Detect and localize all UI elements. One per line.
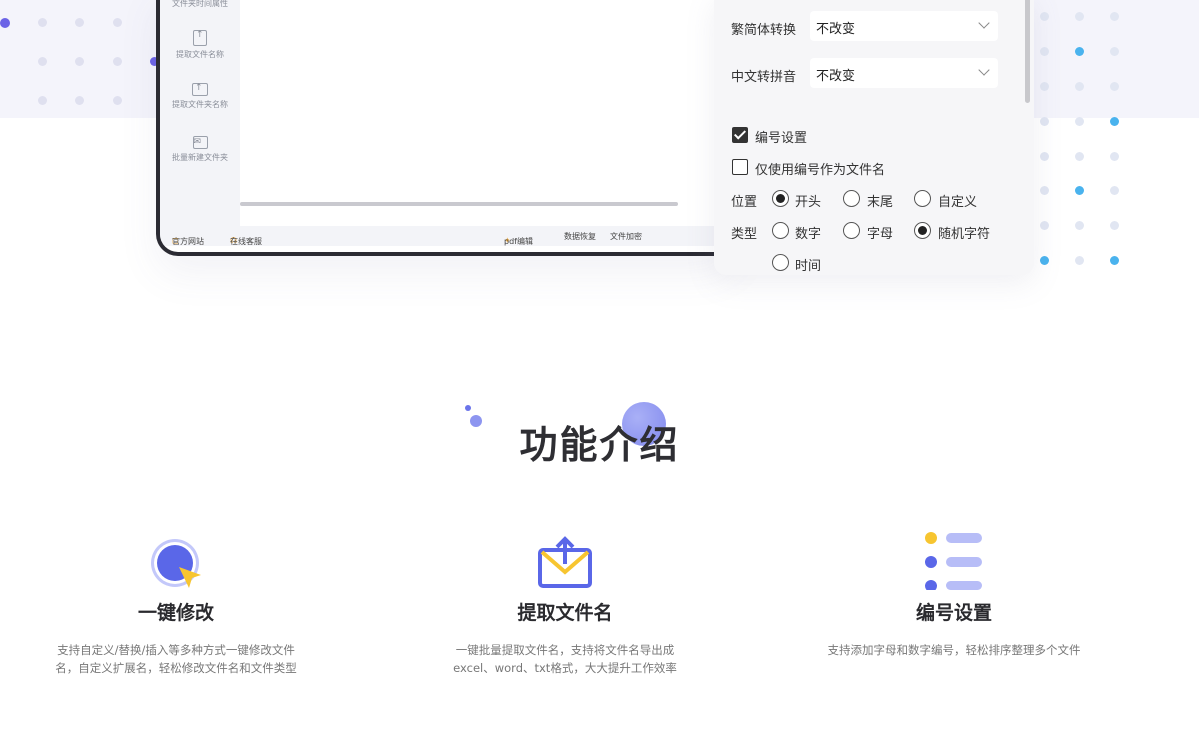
recovery-link[interactable]: 数据恢复: [564, 231, 596, 242]
numbering-settings-panel: 繁简体转换 不改变 中文转拼音 不改变 编号设置 仅使用编号作为文件名 位置 开…: [714, 0, 1034, 275]
feature-one-click: 一键修改 支持自定义/替换/插入等多种方式一键修改文件名，自定义扩展名，轻松修改…: [46, 530, 306, 677]
position-start-label: 开头: [795, 195, 822, 210]
sidebar-item-folder-time[interactable]: 文件夹时间属性: [160, 0, 240, 9]
type-letter-radio[interactable]: [843, 222, 860, 239]
numbered-list-icon: [924, 530, 984, 592]
feature-extract-filename: 提取文件名 一键批量提取文件名，支持将文件名导出成excel、word、txt格…: [435, 530, 695, 677]
convert-value: 不改变: [816, 22, 856, 37]
position-custom-radio[interactable]: [914, 190, 931, 207]
numbering-checkbox[interactable]: [732, 127, 748, 143]
type-letter-label: 字母: [867, 227, 894, 242]
type-number-label: 数字: [795, 227, 822, 242]
horizontal-scrollbar[interactable]: [240, 202, 678, 206]
feature-title: 编号设置: [915, 602, 992, 624]
feature-description: 一键批量提取文件名，支持将文件名导出成excel、word、txt格式，大大提升…: [453, 643, 677, 675]
sidebar-item-label: 提取文件名称: [176, 50, 224, 59]
website-label: 官方网站: [172, 237, 204, 246]
upload-file-icon: [193, 30, 207, 46]
chevron-down-icon: [978, 17, 990, 29]
encrypt-link[interactable]: 文件加密: [610, 231, 642, 242]
upload-folder-icon: [192, 83, 208, 96]
feature-numbering: 编号设置 支持添加字母和数字编号，轻松排序整理多个文件: [824, 530, 1084, 659]
position-start-radio[interactable]: [772, 190, 789, 207]
sidebar-item-label: 批量新建文件夹: [172, 153, 228, 162]
position-custom-label: 自定义: [938, 195, 978, 210]
pinyin-label: 中文转拼音: [731, 70, 797, 85]
numbering-label: 编号设置: [755, 131, 808, 146]
envelope-upload-icon: [535, 530, 595, 590]
type-random-radio[interactable]: [914, 222, 931, 239]
mail-folder-icon: [192, 136, 208, 149]
type-random-label: 随机字符: [938, 227, 991, 242]
sidebar-item-batch-create-folder[interactable]: 批量新建文件夹: [160, 136, 240, 163]
convert-select[interactable]: 不改变: [810, 11, 998, 41]
sidebar-item-label: 提取文件夹名称: [172, 100, 228, 109]
app-footer: ◻ 官方网站 ☊ 在线客服 ✦ pdf编辑 数据恢复 文件加密: [160, 226, 732, 246]
support-label: 在线客服: [230, 237, 262, 246]
sidebar-item-extract-filename[interactable]: 提取文件名称: [160, 30, 240, 60]
feature-description: 支持添加字母和数字编号，轻松排序整理多个文件: [827, 643, 1081, 657]
only-number-checkbox[interactable]: [732, 159, 748, 175]
chevron-down-icon: [978, 64, 990, 76]
app-window-mockup: 文件夹时间属性 提取文件名称 提取文件夹名称 批量新建文件夹 ◻ 官方网站 ☊ …: [156, 0, 736, 256]
feature-description: 支持自定义/替换/插入等多种方式一键修改文件名，自定义扩展名，轻松修改文件名和文…: [55, 643, 297, 675]
only-number-label: 仅使用编号作为文件名: [755, 163, 886, 178]
pinyin-select[interactable]: 不改变: [810, 58, 998, 88]
position-end-label: 末尾: [867, 195, 894, 210]
sidebar-item-label: 文件夹时间属性: [172, 0, 228, 8]
title-decoration-dot-small: [465, 405, 471, 411]
cursor-click-icon: [146, 530, 206, 590]
feature-title: 提取文件名: [517, 602, 613, 624]
position-label: 位置: [731, 195, 758, 210]
app-sidebar: 文件夹时间属性 提取文件名称 提取文件夹名称 批量新建文件夹: [160, 0, 240, 226]
feature-title: 一键修改: [137, 602, 214, 624]
convert-label: 繁简体转换: [731, 23, 797, 38]
type-label: 类型: [731, 227, 758, 242]
type-time-radio[interactable]: [772, 254, 789, 271]
position-end-radio[interactable]: [843, 190, 860, 207]
pinyin-value: 不改变: [816, 69, 856, 84]
type-number-radio[interactable]: [772, 222, 789, 239]
pdf-label: pdf编辑: [504, 237, 533, 246]
type-time-label: 时间: [795, 259, 822, 274]
panel-scrollbar[interactable]: [1025, 0, 1030, 103]
section-title: 功能介绍: [519, 423, 680, 467]
sidebar-item-extract-foldername[interactable]: 提取文件夹名称: [160, 83, 240, 110]
